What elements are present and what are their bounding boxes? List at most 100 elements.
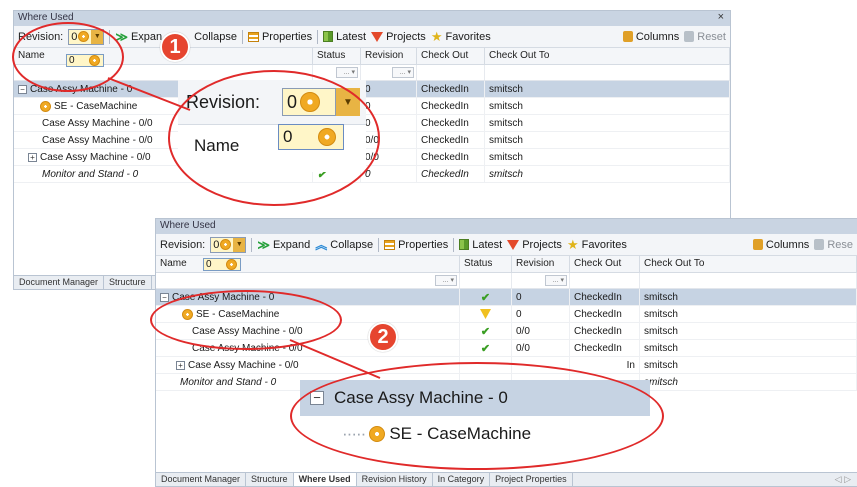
projects-button[interactable]: Projects — [507, 239, 562, 251]
document-tabs: Document Manager Structure Where Used Re… — [156, 472, 857, 486]
row-name: Case Assy Machine - 0/0 — [42, 117, 153, 129]
table-row[interactable]: Case Assy Machine - 0/0 ✔ 0/0 CheckedIn … — [156, 323, 857, 340]
column-header-status[interactable]: Status — [460, 256, 512, 272]
filter-button[interactable]: ... ▾ — [336, 67, 358, 78]
row-checkout-to: smitsch — [485, 166, 730, 182]
table-row[interactable]: SE - CaseMachine 0 CheckedIn smitsch — [14, 98, 730, 115]
filter-row: ... ▾ ... ▾ — [156, 273, 857, 289]
table-row[interactable]: −Case Assy Machine - 0 ✔ 0 CheckedIn smi… — [156, 289, 857, 306]
filter-button[interactable]: ... ▾ — [392, 67, 414, 78]
latest-label: Latest — [472, 238, 503, 251]
favorites-button[interactable]: ★ Favorites — [567, 238, 627, 251]
column-header-checkout-to[interactable]: Check Out To — [485, 48, 730, 64]
table-row[interactable]: Monitor and Stand - 0 ✔ 0 CheckedIn smit… — [14, 166, 730, 183]
zoom-gear-icon — [300, 92, 321, 112]
tree-line-icon: ····· — [342, 424, 366, 443]
table-row[interactable]: −Case Assy Machine - 0 ✔ 0 CheckedIn smi… — [14, 81, 730, 98]
revision-combobox[interactable]: 0 ▼ — [68, 28, 105, 45]
tab-in-category[interactable]: In Category — [432, 473, 491, 486]
modified-status-icon — [480, 309, 491, 319]
assembly-gear-icon — [40, 100, 51, 112]
row-revision: 0 — [361, 166, 417, 182]
row-revision: 0/0 — [361, 132, 417, 148]
filter-cell — [570, 273, 640, 288]
tab-structure[interactable]: Structure — [246, 473, 294, 486]
filter-cell: ... ▾ — [512, 273, 570, 288]
filter-cell — [640, 273, 857, 288]
collapse-toggle-icon[interactable]: − — [18, 84, 27, 94]
columns-button[interactable]: Columns — [622, 31, 679, 43]
table-row[interactable]: +Case Assy Machine - 0/0 ✔ 0/0 CheckedIn… — [14, 149, 730, 166]
table-row[interactable]: SE - CaseMachine 0 CheckedIn smitsch — [156, 306, 857, 323]
collapse-button[interactable]: ︽ Collapse — [315, 239, 373, 251]
funnel-icon — [507, 239, 520, 250]
latest-button[interactable]: Latest — [459, 239, 502, 251]
projects-label: Projects — [522, 238, 562, 251]
table-row[interactable]: Case Assy Machine - 0/0 ✔ 0 CheckedIn sm… — [14, 115, 730, 132]
reset-button[interactable]: Reset — [684, 31, 726, 43]
row-name: SE - CaseMachine — [54, 100, 138, 112]
tab-revision-history[interactable]: Revision History — [356, 473, 433, 486]
collapse-icon: ︽ — [315, 237, 328, 252]
expand-icon: ≫ — [257, 237, 270, 252]
row-checkout: CheckedIn — [570, 340, 640, 356]
column-header-checkout[interactable]: Check Out — [417, 48, 485, 64]
properties-button[interactable]: Properties — [247, 30, 313, 43]
column-header-checkout-to[interactable]: Check Out To — [640, 256, 857, 272]
revision-dropdown-option[interactable]: 0 — [203, 258, 241, 271]
favorites-button[interactable]: ★ Favorites — [431, 30, 491, 43]
latest-label: Latest — [336, 30, 367, 43]
table-row[interactable]: Case Assy Machine - 0/0 ✔ 0/0 CheckedIn … — [156, 340, 857, 357]
columns-button[interactable]: Columns — [752, 239, 809, 251]
row-checkout-to: smitsch — [485, 132, 730, 148]
tab-document-manager[interactable]: Document Manager — [14, 276, 105, 289]
column-header-revision[interactable]: Revision — [361, 48, 417, 64]
filter-cell: ... ▾ — [156, 273, 460, 288]
chevron-down-icon[interactable]: ▼ — [91, 29, 104, 44]
column-header-name[interactable]: Name — [156, 256, 460, 272]
grid-header: Name Status Revision Check Out Check Out… — [156, 256, 857, 273]
tab-project-properties[interactable]: Project Properties — [490, 473, 573, 486]
column-header-revision[interactable]: Revision — [512, 256, 570, 272]
expand-toggle-icon[interactable]: + — [176, 360, 185, 370]
chevron-down-icon[interactable]: ▼ — [233, 237, 246, 252]
expand-button[interactable]: ≫ Expand — [257, 239, 310, 251]
latest-button[interactable]: Latest — [323, 31, 366, 43]
latest-icon — [323, 31, 334, 42]
latest-icon — [459, 239, 470, 250]
tab-where-used[interactable]: Where Used — [293, 473, 357, 486]
column-header-checkout[interactable]: Check Out — [570, 256, 640, 272]
revision-option-value: 0 — [69, 55, 75, 66]
revision-combobox[interactable]: 0 ▼ — [210, 236, 247, 253]
expand-label: Expand — [272, 238, 311, 251]
expand-toggle-icon[interactable]: + — [28, 152, 37, 162]
close-icon[interactable]: × — [718, 11, 724, 23]
table-row[interactable]: + Case Assy Machine - 0/0 In smitsch — [156, 357, 857, 374]
row-name: Monitor and Stand - 0 — [180, 376, 277, 388]
expand-button[interactable]: ≫ Expan — [115, 31, 162, 43]
reset-button[interactable]: Rese — [814, 239, 853, 251]
funnel-icon — [371, 31, 384, 42]
tab-scroll-arrows-icon[interactable]: ◁ ▷ — [829, 473, 857, 486]
zoom-collapse-toggle-icon: − — [310, 391, 324, 405]
collapse-toggle-icon[interactable]: − — [160, 292, 169, 302]
projects-button[interactable]: Projects — [371, 31, 426, 43]
collapse-button[interactable]: Collapse — [194, 31, 237, 43]
tab-structure[interactable]: Structure — [104, 276, 152, 289]
row-revision: 0 — [361, 98, 417, 114]
properties-button[interactable]: Properties — [384, 239, 448, 251]
revision-dropdown-option[interactable]: 0 — [66, 54, 104, 67]
expand-label: Expan — [130, 30, 163, 43]
tab-document-manager[interactable]: Document Manager — [156, 473, 247, 486]
zoom-child-row: ····· SE - CaseMachine — [342, 424, 531, 444]
row-checkout: CheckedIn — [417, 81, 485, 97]
table-row[interactable]: Case Assy Machine - 0/0 ✔ 0/0 CheckedIn … — [14, 132, 730, 149]
column-header-status[interactable]: Status — [313, 48, 361, 64]
properties-icon — [247, 31, 259, 42]
filter-button[interactable]: ... ▾ — [545, 275, 567, 286]
zoom-callout-rows: − Case Assy Machine - 0 ····· SE - CaseM… — [300, 380, 650, 458]
columns-icon — [752, 239, 763, 250]
filter-button[interactable]: ... ▾ — [435, 275, 457, 286]
panel-title: Where Used — [18, 12, 74, 23]
properties-label: Properties — [261, 30, 313, 43]
